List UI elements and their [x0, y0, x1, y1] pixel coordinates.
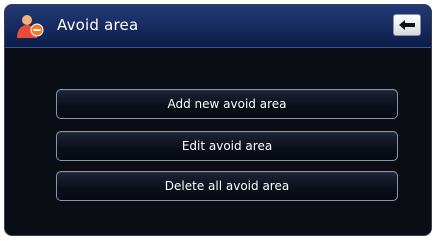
- edit-avoid-area-button[interactable]: Edit avoid area: [56, 131, 398, 161]
- screen: Avoid area Add new avoid area Edit avoid…: [4, 4, 432, 236]
- page-title: Avoid area: [57, 16, 139, 34]
- delete-all-avoid-area-button[interactable]: Delete all avoid area: [56, 171, 398, 201]
- back-arrow-icon: [399, 20, 415, 30]
- back-button[interactable]: [393, 14, 421, 36]
- avoid-area-icon: [15, 13, 45, 39]
- header-bar: Avoid area: [5, 5, 431, 48]
- add-new-avoid-area-button[interactable]: Add new avoid area: [56, 89, 398, 119]
